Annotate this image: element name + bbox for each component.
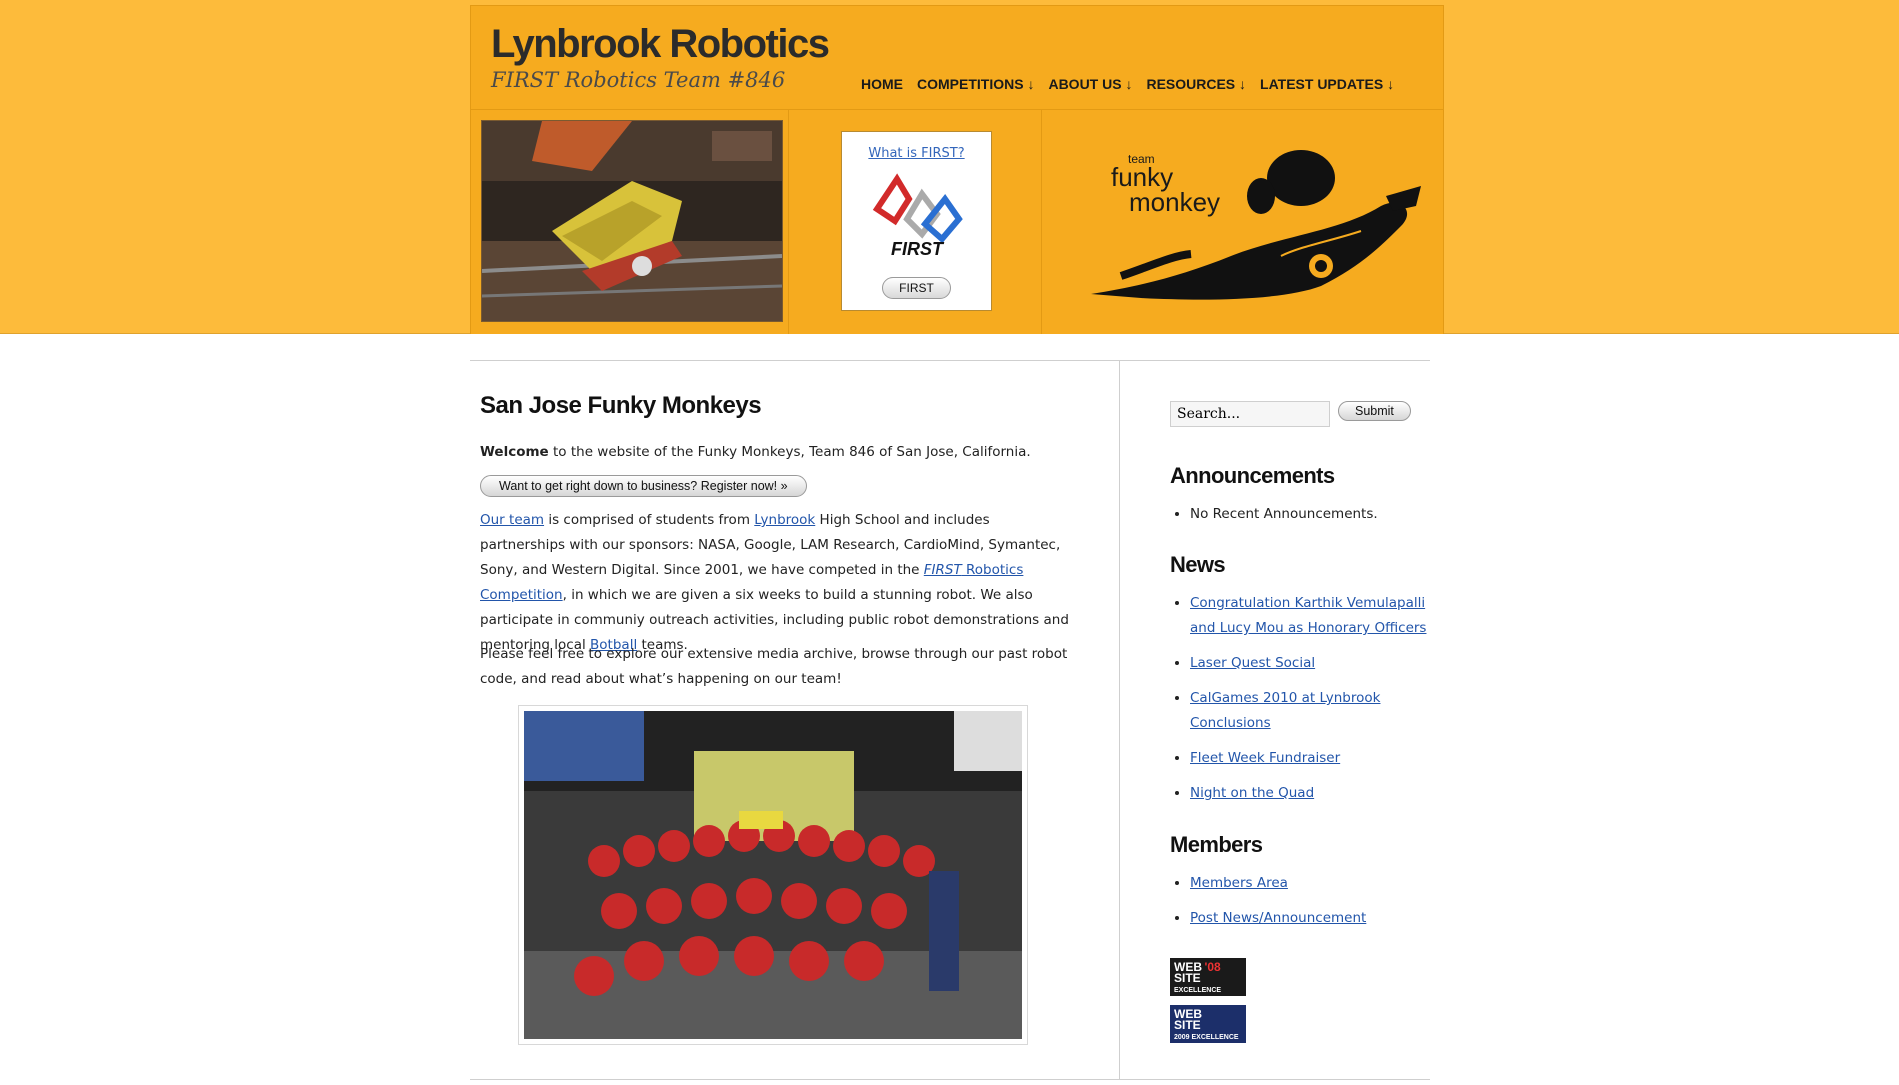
web-excellence-badge-2009[interactable]: WEB SITE 2009 EXCELLENCE AWARD bbox=[1170, 1005, 1246, 1053]
web-excellence-badge-2008[interactable]: WEB '08 SITE EXCELLENCE AWARD bbox=[1170, 958, 1246, 1006]
members-heading: Members bbox=[1170, 832, 1263, 857]
post-news-link[interactable]: Post News/Announcement bbox=[1190, 910, 1366, 926]
list-item: Members Area bbox=[1190, 871, 1440, 896]
monkey-logo-icon: team funky monkey bbox=[1091, 150, 1421, 300]
robot-video-image bbox=[482, 121, 782, 321]
badge-text: SITE bbox=[1174, 1018, 1201, 1032]
news-link[interactable]: CalGames 2010 at Lynbrook Conclusions bbox=[1190, 690, 1380, 731]
what-is-first-link[interactable]: What is FIRST? bbox=[842, 146, 991, 161]
news-link[interactable]: Fleet Week Fundraiser bbox=[1190, 750, 1340, 766]
first-info-box: What is FIRST? FIRST FIRST bbox=[841, 131, 992, 311]
list-item: Laser Quest Social bbox=[1190, 651, 1440, 676]
nav-about-us[interactable]: ABOUT US ↓ bbox=[1048, 76, 1132, 92]
news-list: Congratulation Karthik Vemulapalli and L… bbox=[1170, 591, 1440, 816]
list-item: Night on the Quad bbox=[1190, 781, 1440, 806]
search-input[interactable] bbox=[1170, 401, 1330, 427]
team-photo-image bbox=[524, 711, 1022, 1039]
robot-video[interactable] bbox=[481, 120, 783, 322]
news-heading: News bbox=[1170, 552, 1226, 577]
list-item: Congratulation Karthik Vemulapalli and L… bbox=[1190, 591, 1440, 641]
list-item: Fleet Week Fundraiser bbox=[1190, 746, 1440, 771]
members-list: Members Area Post News/Announcement bbox=[1170, 871, 1440, 941]
news-link[interactable]: Congratulation Karthik Vemulapalli and L… bbox=[1190, 595, 1426, 636]
site-title[interactable]: Lynbrook Robotics bbox=[491, 22, 830, 67]
list-item: No Recent Announcements. bbox=[1190, 502, 1440, 527]
list-item: CalGames 2010 at Lynbrook Conclusions bbox=[1190, 686, 1440, 736]
team-photo bbox=[518, 705, 1028, 1045]
nav-latest-updates[interactable]: LATEST UPDATES ↓ bbox=[1260, 76, 1394, 92]
main-nav: HOME COMPETITIONS ↓ ABOUT US ↓ RESOURCES… bbox=[861, 76, 1408, 92]
first-logo-icon: FIRST bbox=[872, 173, 963, 259]
explore-paragraph: Please feel free to explore our extensiv… bbox=[480, 646, 1068, 687]
welcome-bold: Welcome bbox=[480, 444, 549, 460]
badge-text: EXCELLENCE AWARD bbox=[1174, 987, 1222, 1006]
announcements-heading: Announcements bbox=[1170, 463, 1335, 488]
main-content: San Jose Funky Monkeys Welcome to the we… bbox=[470, 360, 1120, 1080]
register-button[interactable]: Want to get right down to business? Regi… bbox=[480, 475, 807, 497]
welcome-paragraph: Welcome to the website of the Funky Monk… bbox=[480, 440, 1070, 465]
nav-resources[interactable]: RESOURCES ↓ bbox=[1146, 76, 1246, 92]
first-logo-text: FIRST bbox=[891, 239, 945, 259]
news-link[interactable]: Night on the Quad bbox=[1190, 785, 1314, 801]
news-link[interactable]: Laser Quest Social bbox=[1190, 655, 1315, 671]
badge-text: SITE bbox=[1174, 971, 1201, 985]
page-title: San Jose Funky Monkeys bbox=[480, 392, 762, 419]
badge-text: 2009 EXCELLENCE AWARD bbox=[1174, 1034, 1239, 1053]
list-item: Post News/Announcement bbox=[1190, 906, 1440, 931]
frc-link-first: FIRST bbox=[923, 562, 962, 578]
site-tagline: FIRST Robotics Team #846 bbox=[491, 68, 786, 92]
welcome-text: to the website of the Funky Monkeys, Tea… bbox=[548, 444, 1031, 460]
team-text: is comprised of students from bbox=[544, 512, 755, 528]
first-button[interactable]: FIRST bbox=[882, 277, 951, 299]
team-paragraph: Our team is comprised of students from L… bbox=[480, 508, 1070, 658]
site-header: Lynbrook Robotics FIRST Robotics Team #8… bbox=[470, 5, 1444, 334]
sidebar: Submit Announcements No Recent Announcem… bbox=[1120, 360, 1430, 1080]
funky-monkey-logo: team funky monkey bbox=[1081, 136, 1431, 320]
members-area-link[interactable]: Members Area bbox=[1190, 875, 1288, 891]
header-divider-vertical bbox=[788, 110, 789, 334]
nav-competitions[interactable]: COMPETITIONS ↓ bbox=[917, 76, 1034, 92]
search-submit-button[interactable]: Submit bbox=[1338, 401, 1411, 421]
nav-home[interactable]: HOME bbox=[861, 76, 903, 92]
header-divider-vertical bbox=[1041, 110, 1042, 334]
logo-monkey-text: monkey bbox=[1129, 187, 1220, 217]
announcements-list: No Recent Announcements. bbox=[1170, 502, 1440, 537]
lynbrook-link[interactable]: Lynbrook bbox=[754, 512, 815, 528]
our-team-link[interactable]: Our team bbox=[480, 512, 544, 528]
badge-year: '08 bbox=[1204, 960, 1221, 974]
header-divider bbox=[471, 109, 1443, 110]
